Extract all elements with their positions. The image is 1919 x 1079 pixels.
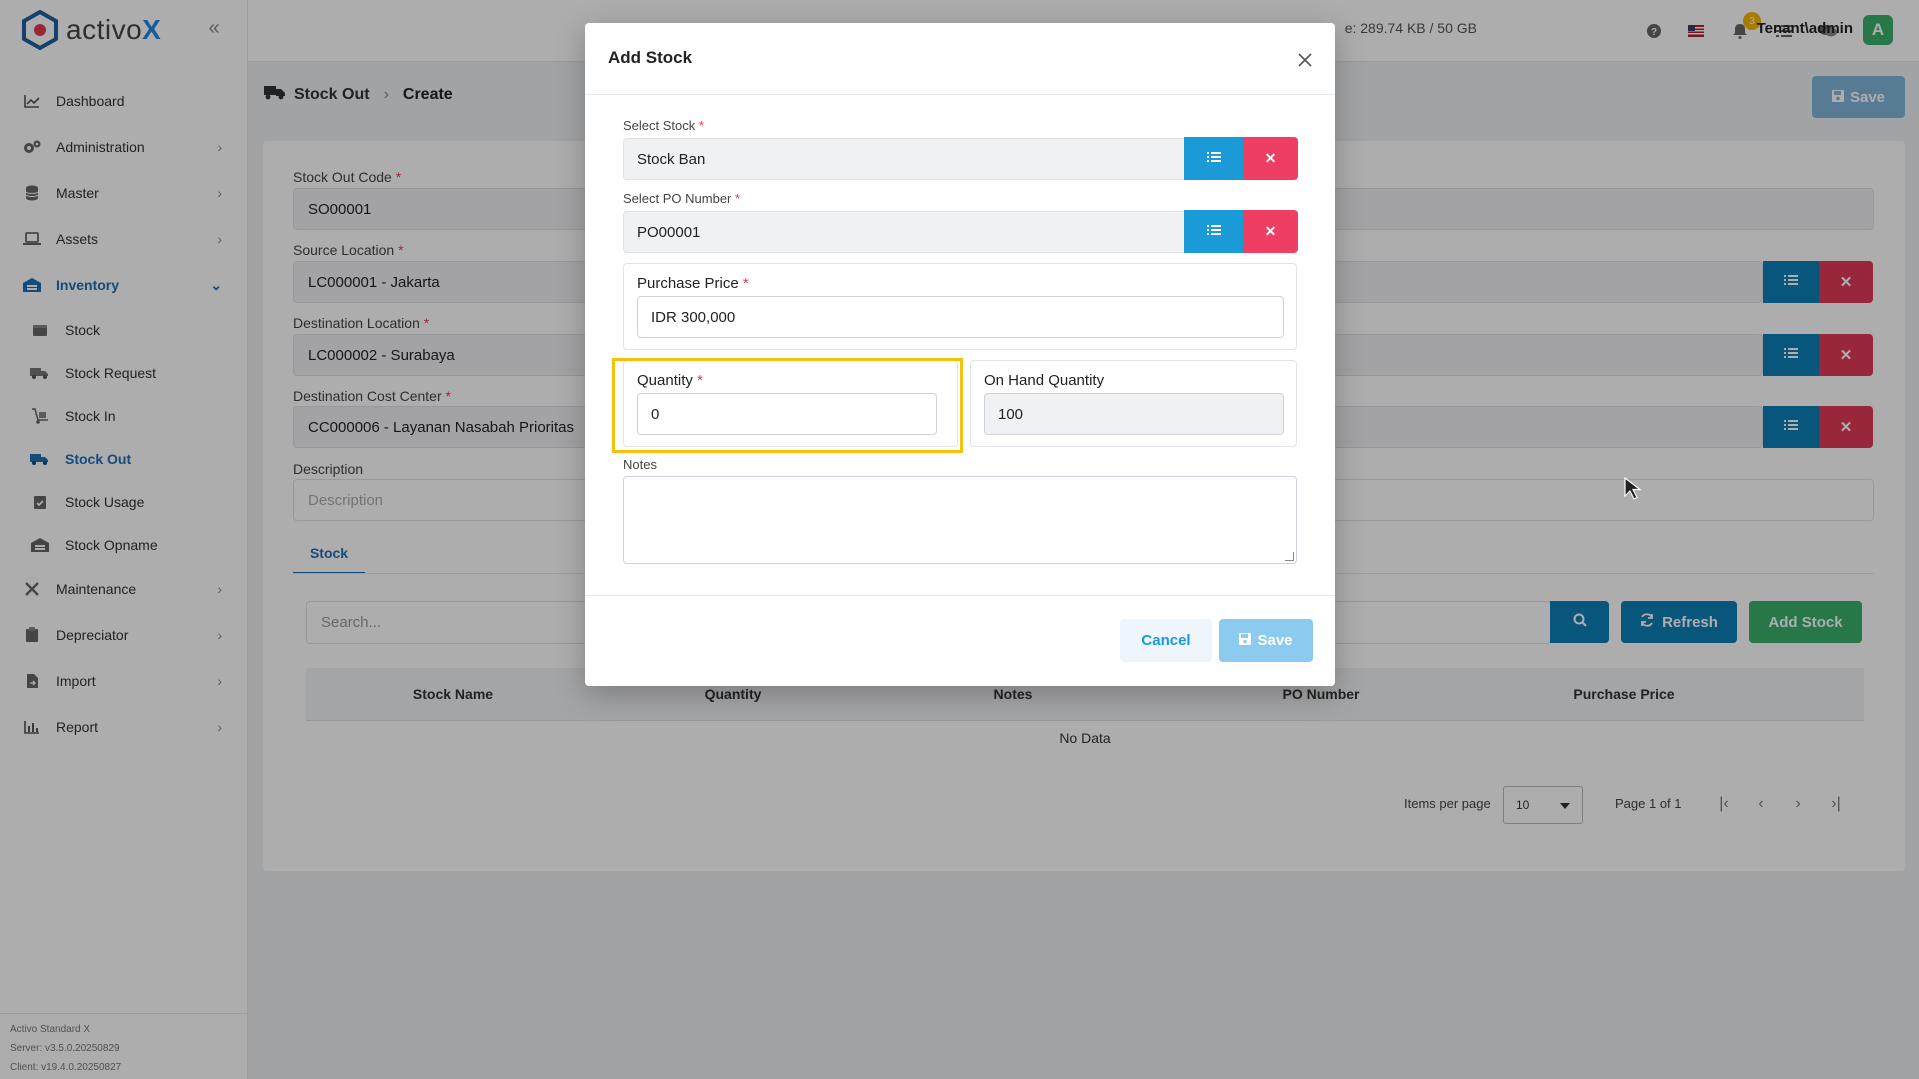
- modal-save-button[interactable]: Save: [1219, 619, 1313, 662]
- purchase-price-input[interactable]: IDR 300,000: [637, 296, 1284, 338]
- list-icon: [1206, 223, 1221, 241]
- purchase-price-label: Purchase Price *: [637, 275, 749, 292]
- select-po-list-button[interactable]: [1184, 210, 1243, 253]
- select-po-clear-button[interactable]: ✕: [1243, 210, 1298, 253]
- select-po-label: Select PO Number *: [623, 191, 741, 206]
- modal-save-label: Save: [1257, 632, 1293, 649]
- on-hand-quantity-label: On Hand Quantity: [984, 372, 1105, 389]
- modal-title: Add Stock: [608, 48, 693, 67]
- select-stock-list-button[interactable]: [1184, 137, 1243, 180]
- on-hand-quantity-input: 100: [984, 393, 1284, 435]
- notes-label: Notes: [623, 457, 657, 472]
- select-stock-label: Select Stock *: [623, 118, 704, 133]
- select-stock-clear-button[interactable]: ✕: [1243, 137, 1298, 180]
- close-icon: ✕: [1264, 150, 1277, 166]
- modal-header-divider: [585, 94, 1335, 95]
- list-icon: [1206, 150, 1221, 168]
- quantity-highlight: [612, 358, 963, 453]
- modal-footer-divider: [585, 595, 1335, 596]
- resize-handle-icon[interactable]: [1285, 552, 1294, 561]
- select-stock-field[interactable]: Stock Ban: [623, 138, 1185, 180]
- cancel-button[interactable]: Cancel: [1120, 619, 1212, 662]
- add-stock-modal: Add Stock Select Stock * Stock Ban ✕ Sel…: [585, 23, 1335, 686]
- mouse-cursor-icon: [1624, 476, 1642, 506]
- notes-textarea[interactable]: [623, 476, 1297, 564]
- select-po-field[interactable]: PO00001: [623, 211, 1185, 253]
- close-icon[interactable]: [1294, 49, 1316, 71]
- close-icon: ✕: [1264, 223, 1277, 239]
- floppy-icon: [1239, 632, 1252, 649]
